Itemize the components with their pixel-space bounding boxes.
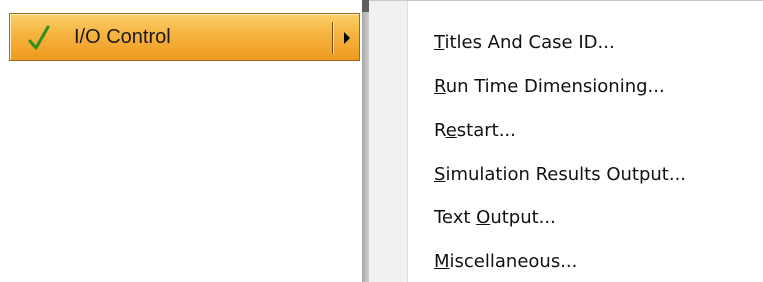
menu-item-label: imulation Results Output... (445, 164, 687, 185)
submenu-arrow-icon[interactable] (344, 32, 350, 44)
menu-item-label: iscellaneous... (449, 251, 578, 272)
button-divider (332, 22, 333, 54)
menu-item-label: un Time Dimensioning... (445, 76, 665, 97)
menu-item-label: utput... (490, 207, 556, 228)
menu-item-restart[interactable]: Restart... (408, 112, 763, 150)
accel-key: O (476, 207, 491, 228)
menu-item-text-output[interactable]: Text Output... (408, 199, 763, 237)
io-control-menu-button[interactable]: I/O Control (9, 13, 360, 61)
menu-item-label: itles And Case ID... (444, 32, 615, 53)
submenu-icon-gutter (369, 1, 407, 282)
menu-item-run-time-dimensioning[interactable]: Run Time Dimensioning... (408, 68, 763, 106)
menu-item-label-prefix: Text (434, 207, 477, 228)
menu-item-simulation-results-output[interactable]: Simulation Results Output... (408, 156, 763, 194)
io-control-label: I/O Control (74, 26, 171, 48)
check-icon (28, 25, 50, 50)
accel-key: M (434, 251, 450, 272)
accel-key: e (445, 120, 457, 141)
menu-item-label-prefix: R (434, 120, 446, 141)
separator-bar-top (362, 0, 369, 12)
accel-key: S (434, 164, 446, 185)
menu-item-label: start... (456, 120, 516, 141)
menu-item-titles-and-case-id[interactable]: Titles And Case ID... (408, 24, 763, 62)
separator-bar (362, 0, 369, 282)
accel-key: R (434, 76, 446, 97)
io-control-submenu: Titles And Case ID... Run Time Dimension… (369, 0, 763, 282)
menu-item-miscellaneous[interactable]: Miscellaneous... (408, 243, 763, 281)
accel-key: T (434, 32, 445, 53)
